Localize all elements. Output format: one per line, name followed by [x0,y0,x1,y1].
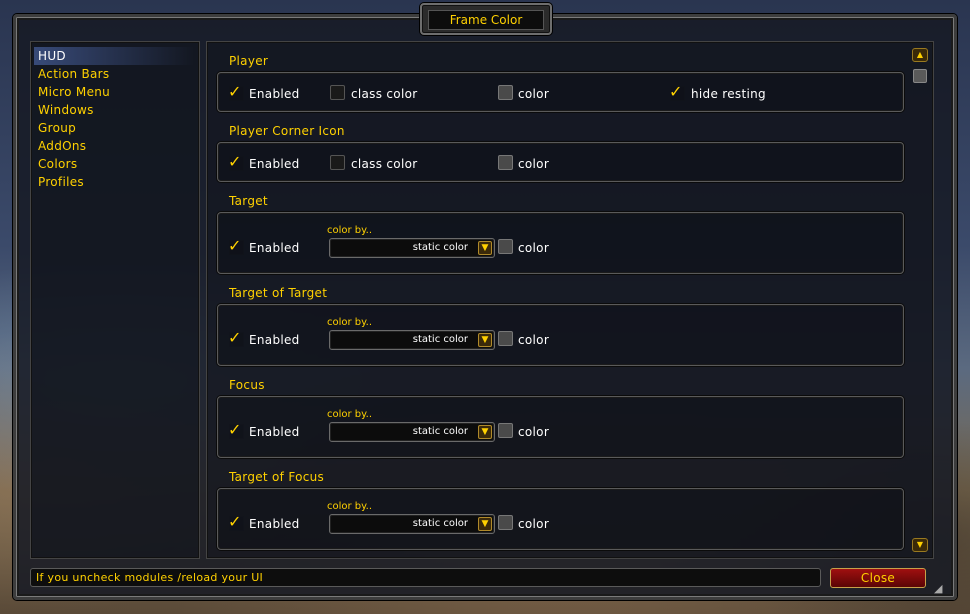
sidebar-item-action-bars[interactable]: Action Bars [34,65,194,83]
dropdown-arrow-icon[interactable]: ▼ [478,517,492,531]
target-color-by-dropdown[interactable]: static color ▼ [329,238,495,258]
focus-group [217,396,904,458]
section-title-target-of-focus: Target of Focus [229,470,325,484]
player-color-swatch[interactable] [498,85,513,100]
player-hide-resting-checkbox[interactable]: ✓ [669,84,687,102]
dropdown-value: static color [412,334,468,345]
sidebar-item-profiles[interactable]: Profiles [34,173,194,191]
target-of-target-color-by-dropdown[interactable]: static color ▼ [329,330,495,350]
player-hide-resting-label: hide resting [691,87,766,101]
target-of-focus-group [217,488,904,550]
window-title: Frame Color [428,10,544,30]
target-of-target-color-swatch[interactable] [498,331,513,346]
scroll-down-icon[interactable]: ▼ [912,538,928,552]
sidebar-item-group[interactable]: Group [34,119,194,137]
content-scrollbar[interactable]: ▲ ▼ [910,45,930,555]
section-title-target-of-target: Target of Target [229,286,328,300]
player-color-label: color [518,87,550,101]
target-group [217,212,904,274]
section-title-player: Player [229,54,269,68]
section-title-player-corner-icon: Player Corner Icon [229,124,345,138]
section-title-target: Target [229,194,268,208]
target-of-focus-color-by-dropdown[interactable]: static color ▼ [329,514,495,534]
player-group [217,72,904,112]
dropdown-arrow-icon[interactable]: ▼ [478,425,492,439]
player-enabled-label: Enabled [249,87,300,101]
focus-enabled-label: Enabled [249,425,300,439]
target-of-target-color-by-label: color by.. [327,317,372,328]
player-class-color-checkbox[interactable] [330,85,345,100]
player-corner-icon-class-color-checkbox[interactable] [330,155,345,170]
player-corner-icon-enabled-label: Enabled [249,157,300,171]
sidebar-item-micro-menu[interactable]: Micro Menu [34,83,194,101]
target-color-label: color [518,241,550,255]
sidebar-item-windows[interactable]: Windows [34,101,194,119]
scroll-thumb[interactable] [913,69,927,83]
target-of-focus-color-swatch[interactable] [498,515,513,530]
scroll-up-icon[interactable]: ▲ [912,48,928,62]
target-enabled-label: Enabled [249,241,300,255]
section-title-focus: Focus [229,378,265,392]
sidebar-item-hud[interactable]: HUD [34,47,194,65]
target-color-swatch[interactable] [498,239,513,254]
target-of-target-group [217,304,904,366]
player-corner-icon-color-swatch[interactable] [498,155,513,170]
player-corner-icon-group [217,142,904,182]
player-corner-icon-enabled-checkbox[interactable]: ✓ [228,154,246,172]
player-class-color-label: class color [351,87,418,101]
player-corner-icon-class-color-label: class color [351,157,418,171]
target-of-focus-color-by-label: color by.. [327,501,372,512]
title-plate[interactable]: Frame Color [420,3,552,35]
player-enabled-checkbox[interactable]: ✓ [228,84,246,102]
player-corner-icon-color-label: color [518,157,550,171]
target-of-target-enabled-label: Enabled [249,333,300,347]
dropdown-value: static color [412,242,468,253]
focus-color-label: color [518,425,550,439]
focus-color-by-dropdown[interactable]: static color ▼ [329,422,495,442]
target-of-target-enabled-checkbox[interactable]: ✓ [228,330,246,348]
target-of-target-color-label: color [518,333,550,347]
focus-color-swatch[interactable] [498,423,513,438]
focus-color-by-label: color by.. [327,409,372,420]
dropdown-arrow-icon[interactable]: ▼ [478,333,492,347]
target-of-focus-enabled-checkbox[interactable]: ✓ [228,514,246,532]
sidebar-item-colors[interactable]: Colors [34,155,194,173]
focus-enabled-checkbox[interactable]: ✓ [228,422,246,440]
status-bar: If you uncheck modules /reload your UI [30,568,821,587]
dropdown-arrow-icon[interactable]: ▼ [478,241,492,255]
resize-grip-icon[interactable]: ◢ [934,582,948,596]
target-enabled-checkbox[interactable]: ✓ [228,238,246,256]
target-of-focus-color-label: color [518,517,550,531]
status-message: If you uncheck modules /reload your UI [36,571,264,584]
dropdown-value: static color [412,518,468,529]
close-button[interactable]: Close [830,568,926,588]
sidebar-item-addons[interactable]: AddOns [34,137,194,155]
target-of-focus-enabled-label: Enabled [249,517,300,531]
dropdown-value: static color [412,426,468,437]
target-color-by-label: color by.. [327,225,372,236]
